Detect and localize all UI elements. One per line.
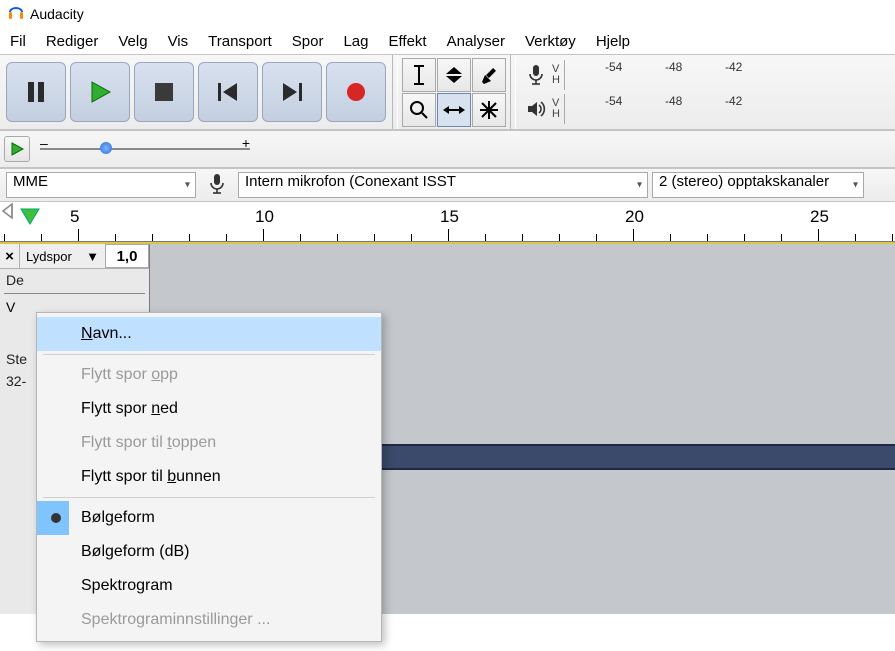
context-menu-item[interactable]: Flytt spor ned [37,392,381,426]
menu-hjelp[interactable]: Hjelp [586,30,640,53]
context-menu-item[interactable]: Bølgeform [37,501,381,535]
skip-end-button[interactable] [262,62,322,122]
zoom-tool[interactable] [402,93,436,127]
track-label: De [0,269,149,291]
track-context-menu: Navn...Flytt spor oppFlytt spor nedFlytt… [36,312,382,642]
speaker-icon [522,99,550,119]
play-at-speed-button[interactable] [4,136,30,162]
toolbar-separator [392,55,398,129]
device-toolbar: MME ▾ Intern mikrofon (Conexant ISST ▾ 2… [0,168,895,202]
edit-tools [402,58,506,127]
menu-transport[interactable]: Transport [198,30,282,53]
track-gain-value[interactable]: 1,0 [105,244,149,268]
vh-labels: VH [552,98,560,120]
vh-labels: VH [552,64,560,86]
menu-vis[interactable]: Vis [158,30,199,53]
audio-host-select[interactable]: MME ▾ [6,172,196,198]
stop-button[interactable] [134,62,194,122]
toolbar-main: VH -54 -48 -42 VH -54 -48 -42 [0,54,895,130]
menu-lag[interactable]: Lag [333,30,378,53]
menu-velg[interactable]: Velg [108,30,157,53]
context-menu-item[interactable]: Navn... [37,317,381,351]
microphone-icon [208,173,226,198]
app-logo-icon [8,6,24,22]
multi-tool[interactable] [472,93,506,127]
menu-rediger[interactable]: Rediger [36,30,109,53]
meters: VH -54 -48 -42 VH -54 -48 -42 [522,58,754,126]
draw-tool[interactable] [472,58,506,92]
context-menu-item[interactable]: Flytt spor til bunnen [37,460,381,494]
recording-scale: -54 -48 -42 [564,60,754,90]
timeline-ruler[interactable]: 510152025 [0,202,895,242]
track-menu-dropdown[interactable]: Lydspor ▼ [20,244,106,268]
toolbar-separator [510,55,516,129]
recording-device-select[interactable]: Intern mikrofon (Conexant ISST ▾ [238,172,648,198]
menu-verktoy[interactable]: Verktøy [515,30,586,53]
context-menu-item[interactable]: Spektrogram [37,569,381,603]
microphone-icon [522,64,550,86]
pause-button[interactable] [6,62,66,122]
playback-meter[interactable]: VH -54 -48 -42 [522,92,754,126]
plus-icon: + [242,135,250,151]
menu-fil[interactable]: Fil [6,30,36,53]
context-menu-item: Spektrograminnstillinger ... [37,603,381,637]
toolbar-speed: – + [0,130,895,168]
app-title: Audacity [30,6,84,22]
track-name: Lydspor [26,249,72,264]
menu-analyser[interactable]: Analyser [437,30,515,53]
chevron-down-icon: ▼ [86,249,99,264]
selection-tool[interactable] [402,58,436,92]
menubar: Fil Rediger Velg Vis Transport Spor Lag … [0,28,895,54]
titlebar: Audacity [0,0,895,28]
context-menu-item: Flytt spor opp [37,358,381,392]
playback-speed-slider[interactable]: – + [40,139,250,159]
menu-effekt[interactable]: Effekt [379,30,437,53]
context-menu-item[interactable]: Bølgeform (dB) [37,535,381,569]
context-menu-item: Flytt spor til toppen [37,426,381,460]
skip-start-button[interactable] [198,62,258,122]
transport-group [0,56,392,128]
record-button[interactable] [326,62,386,122]
recording-channels-select[interactable]: 2 (stereo) opptakskanaler ▾ [652,172,864,198]
slider-thumb[interactable] [100,142,112,154]
envelope-tool[interactable] [437,58,471,92]
play-button[interactable] [70,62,130,122]
playback-scale: -54 -48 -42 [564,94,754,124]
timeshift-tool[interactable] [437,93,471,127]
track-close-button[interactable]: × [0,244,20,268]
recording-meter[interactable]: VH -54 -48 -42 [522,58,754,92]
menu-spor[interactable]: Spor [282,30,334,53]
